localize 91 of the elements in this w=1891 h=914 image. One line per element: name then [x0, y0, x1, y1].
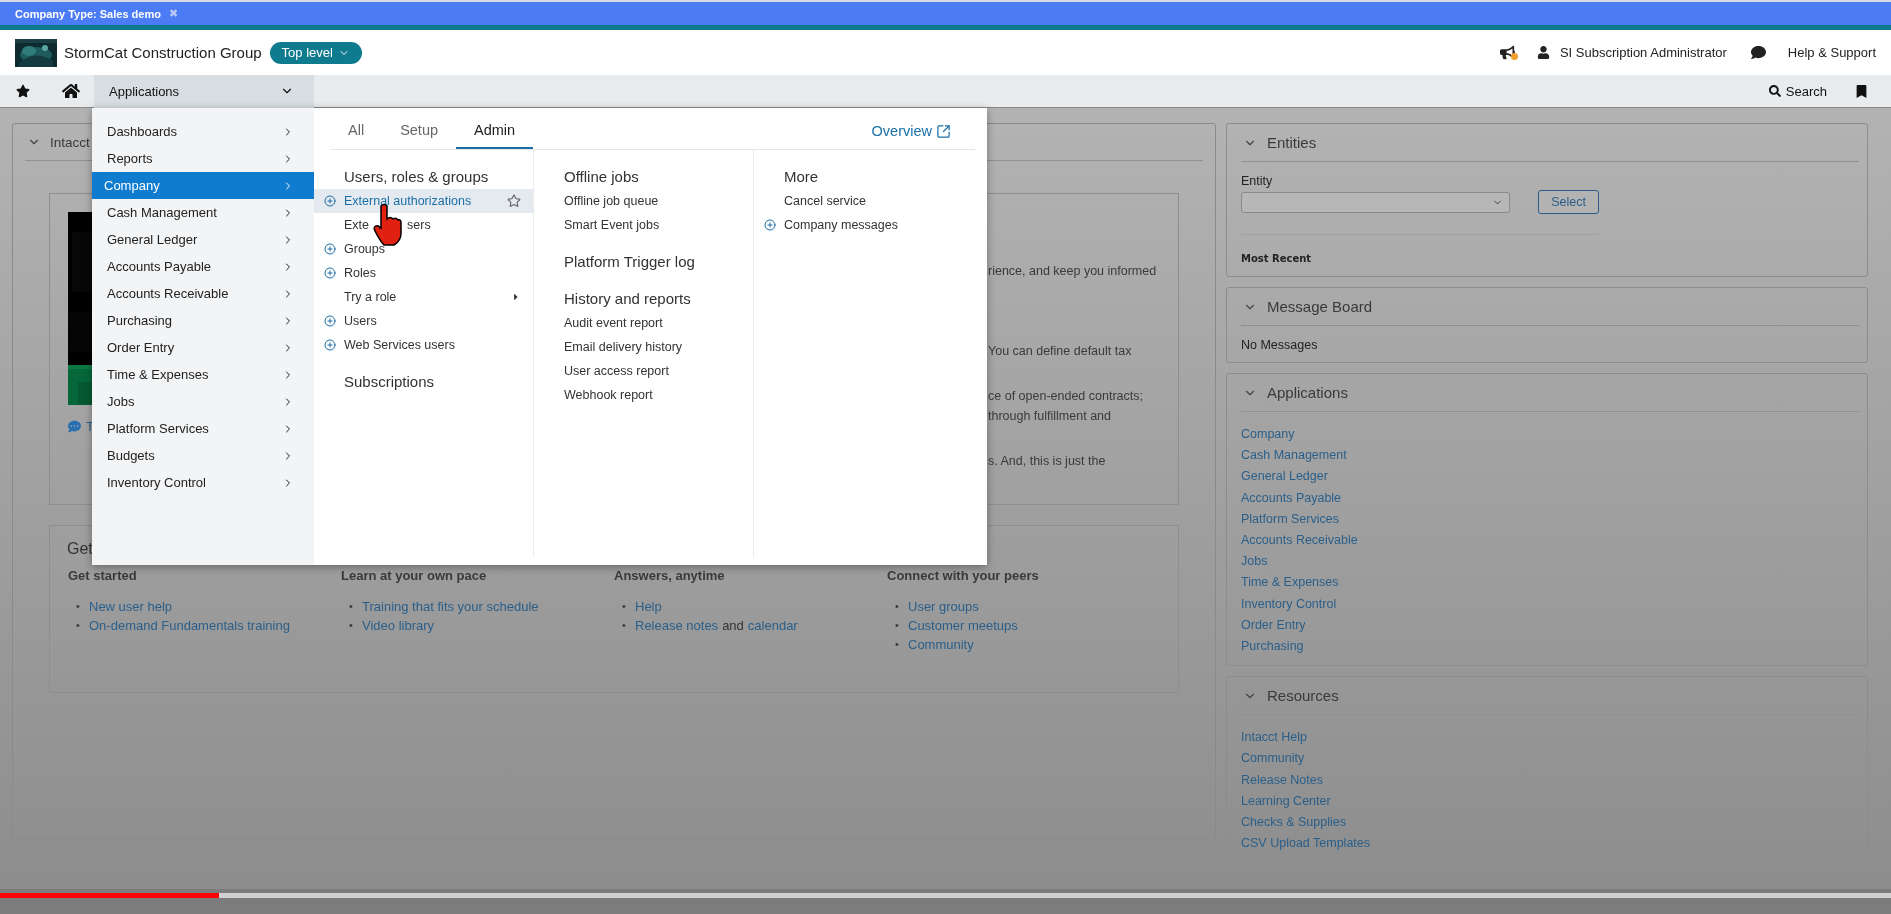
menu-category[interactable]: Budgets — [92, 442, 314, 469]
menu-item[interactable]: Users — [314, 309, 533, 333]
search-icon — [1768, 85, 1781, 97]
progress-track[interactable] — [0, 893, 1891, 898]
panel-title: Intacct — [50, 134, 90, 150]
intro-paragraph: ce of open-ended contracts; through fulfillment and — [988, 388, 1144, 425]
menu-category[interactable]: Reports — [92, 145, 314, 172]
menu-item[interactable]: Offline job queue — [534, 189, 753, 213]
connector-text: and — [722, 617, 744, 635]
panel-title: Applications — [1267, 384, 1348, 401]
banner-text: Company Type: Sales demo — [15, 7, 161, 20]
star-icon[interactable] — [507, 194, 521, 208]
add-icon[interactable] — [764, 219, 776, 231]
bullet-mark: • — [895, 599, 900, 614]
megaphone-icon[interactable] — [1499, 45, 1515, 60]
bullet-mark: • — [349, 618, 354, 633]
menu-category[interactable]: Time & Expenses — [92, 361, 314, 388]
panel-title: Message Board — [1267, 298, 1373, 315]
add-icon[interactable] — [324, 339, 336, 351]
help-link[interactable]: Help & Support — [1787, 45, 1876, 60]
panel-title: Entities — [1267, 134, 1317, 151]
menu-category[interactable]: Dashboards — [92, 118, 314, 145]
column-heading: Get started — [68, 568, 138, 583]
menu-item[interactable]: Email delivery history — [534, 335, 753, 359]
menu-item[interactable]: Roles — [314, 261, 533, 285]
menu-heading: History and reports — [563, 289, 692, 309]
user-name[interactable]: SI Subscription Administrator — [1559, 45, 1727, 60]
menu-item[interactable]: Company messages — [754, 213, 974, 237]
menu-category[interactable]: Inventory Control — [92, 469, 314, 496]
add-icon[interactable] — [324, 195, 336, 207]
overview-link[interactable]: Overview — [871, 123, 951, 139]
menu-category[interactable]: Purchasing — [92, 307, 314, 334]
column-heading: Learn at your own pace — [341, 568, 488, 583]
menu-heading: Subscriptions — [343, 372, 436, 392]
bullet-mark: • — [76, 599, 81, 614]
menu-heading: Users, roles & groups — [343, 167, 490, 187]
bookmark-icon[interactable] — [1855, 84, 1868, 98]
bullet-mark: • — [622, 599, 627, 614]
add-icon[interactable] — [324, 267, 336, 279]
menu-tab[interactable]: All — [330, 122, 383, 149]
add-icon[interactable] — [324, 243, 336, 255]
section-label: Most Recent — [1241, 253, 1313, 266]
bullet-mark: • — [76, 618, 81, 633]
menu-item[interactable]: Exte sers — [314, 213, 533, 237]
menu-category[interactable]: Jobs — [92, 388, 314, 415]
menu-tab[interactable]: Setup — [382, 122, 457, 149]
search-button[interactable]: Search — [1762, 82, 1833, 100]
menu-tab[interactable]: Admin — [456, 122, 534, 149]
menu-category[interactable]: Platform Services — [92, 415, 314, 442]
menu-heading: Platform Trigger log — [563, 252, 696, 272]
intro-paragraph: s. And, this is just the — [988, 453, 1107, 470]
bullet-mark: • — [349, 599, 354, 614]
menu-category[interactable]: Accounts Payable — [92, 253, 314, 280]
bullet-mark: • — [622, 618, 627, 633]
menu-heading: Offline jobs — [563, 167, 640, 187]
external-link-icon — [936, 123, 951, 139]
chat-icon — [68, 420, 81, 433]
bullet-mark: • — [895, 637, 900, 652]
menu-item[interactable]: Web Services users — [314, 333, 533, 357]
star-icon[interactable] — [16, 84, 30, 98]
level-dropdown[interactable]: Top level — [269, 41, 362, 64]
intro-paragraph: You can define default tax — [988, 343, 1133, 360]
menu-item[interactable]: Cancel service — [754, 189, 974, 213]
panel-title: Resources — [1267, 687, 1339, 705]
chat-icon[interactable] — [1750, 45, 1766, 60]
menu-item[interactable]: Groups — [314, 237, 533, 261]
menu-category[interactable]: Company — [92, 172, 314, 199]
bullet-mark: • — [895, 618, 900, 633]
user-icon — [1536, 46, 1550, 59]
menu-item[interactable]: User access report — [534, 359, 753, 383]
company-name: StormCat Construction Group — [64, 44, 262, 61]
menu-item[interactable]: Webhook report — [534, 383, 753, 407]
menu-item[interactable]: Try a role — [314, 285, 533, 309]
applications-menu[interactable]: Applications — [94, 74, 314, 108]
home-icon[interactable] — [62, 82, 80, 100]
menu-heading: More — [783, 167, 820, 187]
message-text: No Messages — [1241, 338, 1319, 354]
add-icon[interactable] — [324, 315, 336, 327]
menu-item[interactable]: Audit event report — [534, 311, 753, 335]
menu-category[interactable]: General Ledger — [92, 226, 314, 253]
menu-item[interactable]: External authorizations — [314, 189, 533, 213]
menu-category[interactable]: Accounts Receivable — [92, 280, 314, 307]
menu-category[interactable]: Cash Management — [92, 199, 314, 226]
column-heading: Connect with your peers — [887, 568, 1040, 583]
card-title: Get — [67, 540, 94, 558]
field-label: Entity — [1241, 174, 1274, 188]
menu-item[interactable]: Smart Event jobs — [534, 213, 753, 237]
intro-paragraph: rience, and keep you informed — [988, 263, 1158, 280]
menu-category[interactable]: Order Entry — [92, 334, 314, 361]
column-heading: Answers, anytime — [614, 568, 726, 583]
select-button[interactable]: Select — [1538, 190, 1599, 214]
